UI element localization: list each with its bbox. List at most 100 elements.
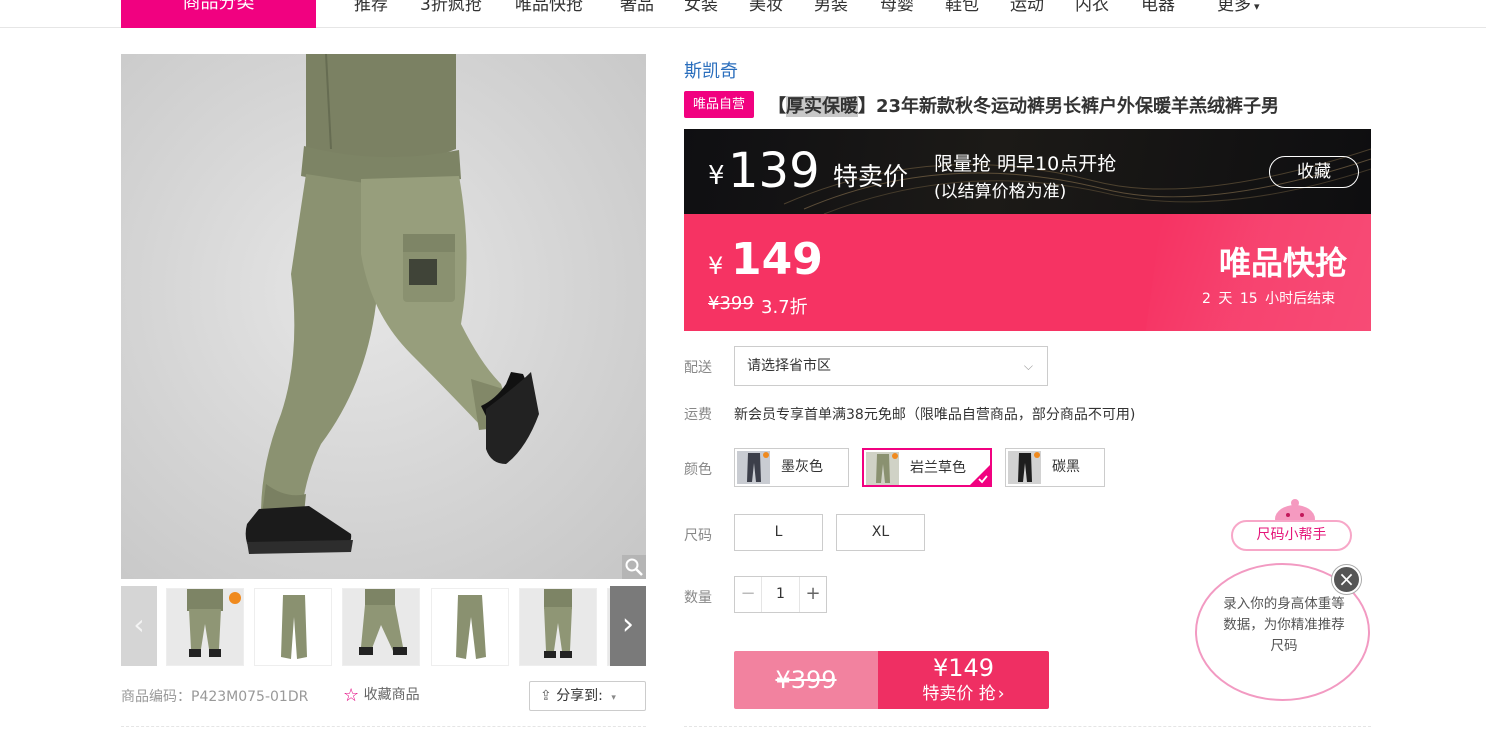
size-helper-title[interactable]: 尺码小帮手 — [1231, 520, 1352, 551]
product-title: 【厚实保暖】23年新款秋冬运动裤男长裤户外保暖羊羔绒裤子男 — [768, 92, 1279, 118]
size-option-l[interactable]: L — [734, 514, 823, 551]
color-swatch — [866, 452, 899, 485]
thumb-image — [456, 595, 486, 659]
buy-action-row: 特卖价 抢 › — [878, 683, 1049, 705]
thumbnail-strip: ‹ › — [121, 586, 646, 666]
top-nav: 商品分类 推荐 3折疯抢 唯品快抢 奢品 女装 美妆 男装 母婴 鞋包 运动 内… — [0, 0, 1486, 28]
share-icon: ⇪ — [540, 688, 552, 704]
countdown-hours-unit: 小时 — [1265, 291, 1294, 307]
buy-action-label: 特卖价 抢 — [922, 684, 996, 704]
product-code-value: P423M075-01DR — [191, 689, 309, 705]
shipping-info: 新会员专享首单满38元免邮（限唯品自营商品，部分商品不可用) — [734, 407, 1136, 423]
color-option-ink-gray[interactable]: 墨灰色 — [734, 448, 849, 487]
divider — [684, 726, 1371, 727]
countdown: 2 天 15 小时后结束 — [1202, 288, 1335, 308]
collect-button[interactable]: 收藏 — [1269, 156, 1359, 188]
buy-button[interactable]: ¥399 ¥149 特卖价 抢 › — [734, 651, 1049, 709]
category-button[interactable]: 商品分类 — [121, 0, 316, 28]
quantity-label: 数量 — [684, 590, 712, 606]
nav-item-appliances[interactable]: 电器 — [1141, 0, 1175, 15]
thumb-prev-button[interactable]: ‹ — [121, 586, 157, 666]
nav-item-flash-30[interactable]: 3折疯抢 — [420, 0, 482, 15]
buy-original-price: ¥399 — [734, 651, 878, 709]
buy-original-price-text: ¥399 — [775, 666, 837, 694]
share-button[interactable]: ⇪ 分享到: ▾ — [529, 681, 646, 711]
color-option-carbon-black[interactable]: 碳黑 — [1005, 448, 1105, 487]
nav-item-more[interactable]: 更多 ▾ — [1217, 0, 1260, 15]
brand-link[interactable]: 斯凯奇 — [684, 57, 738, 83]
nav-more-label: 更多 — [1217, 0, 1251, 15]
thumb-image — [281, 595, 307, 659]
region-placeholder: 请选择省市区 — [747, 358, 831, 374]
favorite-product-link[interactable]: ☆ 收藏商品 — [343, 684, 420, 706]
nav-item-women[interactable]: 女装 — [684, 0, 718, 15]
buy-price: ¥149 — [932, 654, 995, 682]
thumb-image — [359, 589, 407, 655]
current-price: 149 — [731, 234, 823, 285]
quantity-decrease-button[interactable]: − — [735, 577, 762, 612]
color-name: 墨灰色 — [781, 459, 823, 475]
color-name: 碳黑 — [1052, 459, 1080, 475]
selected-check-icon — [970, 465, 990, 485]
divider — [121, 726, 646, 727]
thumbnail-2[interactable] — [254, 588, 332, 666]
color-swatch — [1008, 451, 1041, 484]
star-icon: ☆ — [343, 685, 360, 706]
flash-sale-banner: ¥ 149 ¥399 3.7折 唯品快抢 2 天 15 小时后结束 — [684, 214, 1371, 331]
nav-item-beauty[interactable]: 美妆 — [749, 0, 783, 15]
favorite-label: 收藏商品 — [363, 687, 420, 703]
shipping-label: 运费 — [684, 407, 712, 423]
swatch-image — [1018, 452, 1040, 482]
size-helper-message: 录入你的身高体重等数据，为你精准推荐尺码 — [1223, 596, 1345, 654]
countdown-days-unit: 天 — [1218, 291, 1233, 307]
nav-item-baby[interactable]: 母婴 — [880, 0, 914, 15]
thumbnail-1[interactable] — [166, 588, 244, 666]
nav-item-sports[interactable]: 运动 — [1010, 0, 1044, 15]
main-product-image[interactable] — [121, 54, 646, 579]
quantity-increase-button[interactable]: + — [799, 577, 826, 612]
size-label: 尺码 — [684, 528, 712, 544]
chevron-right-icon: › — [622, 607, 634, 642]
nav-item-luxury[interactable]: 奢品 — [620, 0, 654, 15]
color-option-vetiver[interactable]: 岩兰草色 — [862, 448, 992, 487]
chevron-down-icon: ▾ — [611, 693, 616, 703]
thumb-next-button[interactable]: › — [610, 586, 646, 666]
self-operated-badge: 唯品自营 — [684, 91, 754, 118]
magnifier-icon — [625, 558, 643, 576]
product-code-label: 商品编码： — [121, 689, 191, 705]
share-label: 分享到: — [556, 688, 603, 704]
nav-item-quick-grab[interactable]: 唯品快抢 — [515, 0, 583, 15]
region-select[interactable]: 请选择省市区 ⌵ — [734, 346, 1048, 386]
chevron-down-icon: ▾ — [1254, 0, 1260, 13]
chevron-down-icon: ⌵ — [1023, 359, 1033, 373]
color-label: 颜色 — [684, 462, 712, 478]
price-currency: ¥ — [708, 252, 724, 280]
title-text: 】23年新款秋冬运动裤男长裤户外保暖羊羔绒裤子男 — [858, 96, 1280, 117]
title-bracket: 【 — [768, 96, 786, 117]
thumbnail-3[interactable] — [342, 588, 420, 666]
nav-item-underwear[interactable]: 内衣 — [1075, 0, 1109, 15]
nav-item-men[interactable]: 男装 — [814, 0, 848, 15]
quantity-value[interactable]: 1 — [762, 577, 799, 612]
nav-item-shoes-bags[interactable]: 鞋包 — [945, 0, 979, 15]
settlement-note: (以结算价格为准) — [934, 182, 1067, 202]
size-option-xl[interactable]: XL — [836, 514, 925, 551]
special-price-banner: ¥ 139 特卖价 限量抢 明早10点开抢 (以结算价格为准) 收藏 — [684, 129, 1371, 214]
thumbnail-4[interactable] — [431, 588, 509, 666]
countdown-days: 2 — [1202, 291, 1211, 307]
buy-action: ¥149 特卖价 抢 › — [878, 651, 1049, 709]
swatch-image — [747, 452, 769, 482]
nav-item-recommend[interactable]: 推荐 — [354, 0, 388, 15]
special-price-label: 特卖价 — [833, 162, 909, 191]
thumb-image — [544, 589, 572, 658]
original-price: ¥399 — [708, 293, 754, 314]
thumb-image — [187, 589, 241, 657]
quantity-stepper: − 1 + — [734, 576, 827, 613]
special-currency: ¥ — [708, 161, 725, 191]
close-icon[interactable]: × — [1332, 565, 1361, 594]
color-name: 岩兰草色 — [910, 460, 966, 476]
zoom-button[interactable] — [622, 555, 646, 579]
chevron-left-icon: ‹ — [133, 608, 145, 641]
countdown-suffix: 后结束 — [1293, 291, 1336, 307]
thumbnail-5[interactable] — [519, 588, 597, 666]
